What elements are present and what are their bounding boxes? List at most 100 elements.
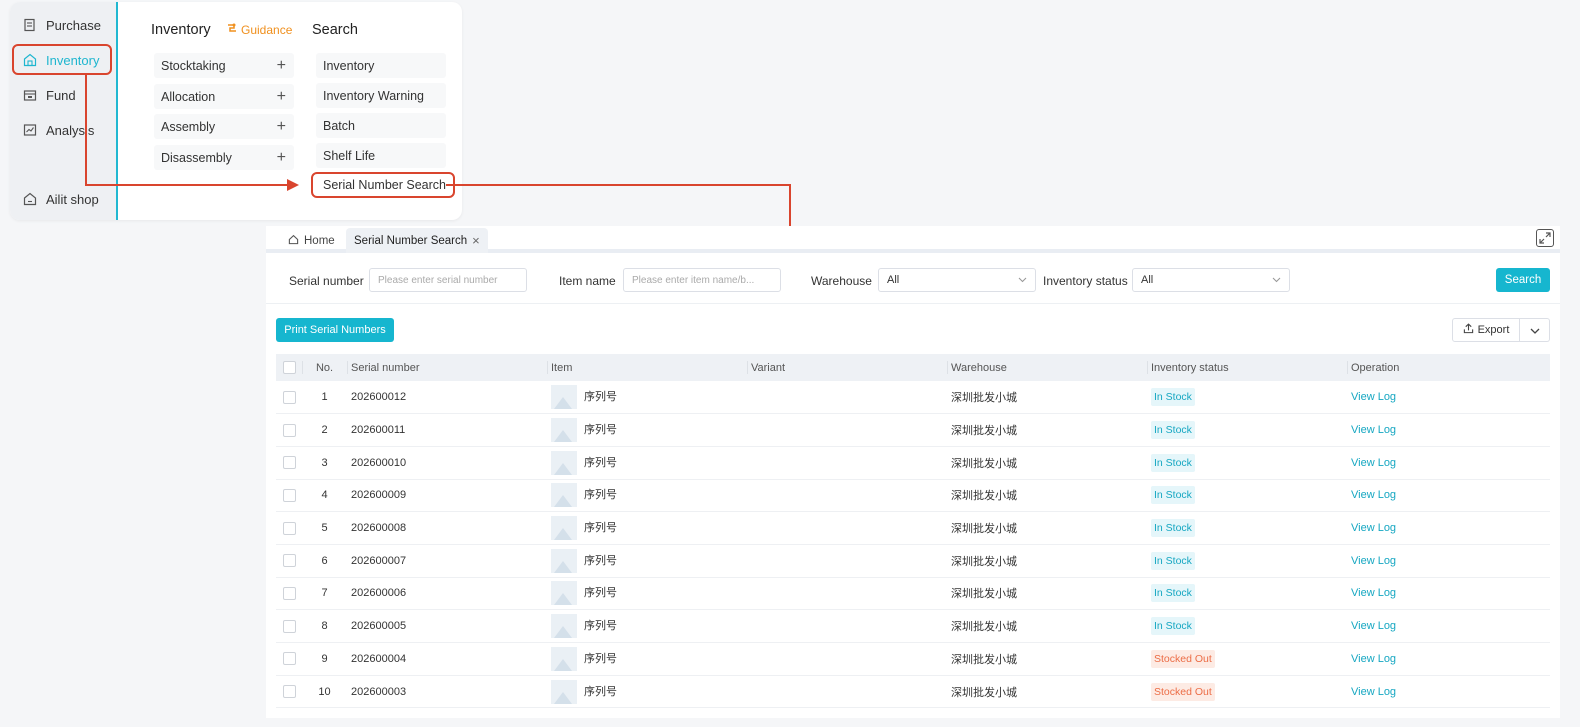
inventory-status-select[interactable]: All (1132, 268, 1290, 292)
item-name-label: Item name (559, 274, 616, 288)
chevron-down-icon (1272, 275, 1281, 286)
print-serial-numbers-button[interactable]: Print Serial Numbers (276, 318, 394, 342)
menu-item-inventory-search[interactable]: Inventory (316, 53, 446, 78)
item-cell: 序列号 (547, 610, 747, 643)
export-button[interactable]: Export (1452, 318, 1520, 342)
item-name-input[interactable]: Please enter item name/b... (623, 268, 781, 292)
view-log-link[interactable]: View Log (1351, 653, 1396, 665)
sidebar-item-purchase[interactable]: Purchase (18, 12, 112, 38)
item-name: 序列号 (584, 652, 617, 665)
sidebar-item-shop[interactable]: Ailit shop (18, 186, 112, 212)
view-log-link[interactable]: View Log (1351, 522, 1396, 534)
shop-icon (22, 191, 38, 207)
warehouse-cell: 深圳批发小城 (951, 392, 1017, 405)
fullscreen-icon[interactable] (1536, 229, 1554, 247)
tab-home[interactable]: Home (280, 228, 343, 253)
row-checkbox[interactable] (283, 488, 296, 502)
status-badge: In Stock (1151, 519, 1195, 538)
status-badge: Stocked Out (1151, 682, 1215, 701)
image-placeholder-icon (551, 679, 577, 704)
view-log-link[interactable]: View Log (1351, 457, 1396, 469)
table-row: 8 202600005 序列号 深圳批发小城 In Stock View Log (276, 610, 1550, 643)
row-checkbox[interactable] (283, 456, 296, 470)
warehouse-cell: 深圳批发小城 (951, 686, 1017, 699)
plus-icon[interactable]: + (277, 118, 286, 135)
arrow-head-icon (287, 179, 299, 191)
inventory-highlight-box (12, 44, 112, 75)
plus-icon[interactable]: + (277, 149, 286, 166)
row-checkbox[interactable] (283, 554, 296, 568)
guidance-label: Guidance (241, 22, 293, 37)
view-log-link[interactable]: View Log (1351, 620, 1396, 632)
image-placeholder-icon (551, 516, 577, 541)
operation-cell: View Log (1347, 610, 1550, 643)
image-placeholder-icon (551, 614, 577, 639)
sidebar-item-analysis[interactable]: Analysis (18, 117, 112, 143)
view-log-link[interactable]: View Log (1351, 587, 1396, 599)
item-cell: 序列号 (547, 381, 747, 414)
row-checkbox[interactable] (283, 652, 296, 666)
row-checkbox[interactable] (283, 423, 296, 437)
select-all-checkbox[interactable] (283, 361, 296, 374)
row-number: 3 (321, 456, 328, 469)
item-name: 序列号 (584, 391, 617, 403)
item-cell: 序列号 (547, 675, 747, 708)
item-name: 序列号 (584, 423, 617, 436)
item-cell: 序列号 (547, 512, 747, 545)
menu-item-inventory-warning[interactable]: Inventory Warning (316, 83, 446, 108)
chevron-down-icon (1018, 275, 1027, 286)
tab-serial-number-search[interactable]: Serial Number Search × (346, 228, 488, 253)
image-placeholder-icon (551, 483, 577, 508)
menu-item-disassembly[interactable]: Disassembly + (154, 145, 294, 170)
item-cell: 序列号 (547, 414, 747, 447)
row-checkbox[interactable] (283, 521, 296, 535)
export-label: Export (1477, 324, 1510, 336)
warehouse-select-value: All (887, 274, 900, 286)
row-checkbox[interactable] (283, 390, 296, 404)
view-log-link[interactable]: View Log (1351, 489, 1396, 501)
view-log-link[interactable]: View Log (1351, 391, 1396, 403)
menu-item-label: Stocktaking (161, 58, 226, 73)
inventory-menu-title: Inventory (151, 22, 211, 38)
menu-item-shelf-life[interactable]: Shelf Life (316, 143, 446, 168)
sidebar-item-fund[interactable]: Fund (18, 82, 112, 108)
row-checkbox[interactable] (283, 619, 296, 633)
operation-cell: View Log (1347, 414, 1550, 447)
serial-number-cell: 202600010 (351, 456, 407, 469)
item-name: 序列号 (584, 685, 617, 698)
table-row: 9 202600004 序列号 深圳批发小城 Stocked Out View Log (276, 643, 1550, 676)
table-row: 2 202600011 序列号 深圳批发小城 In Stock View Log (276, 414, 1550, 447)
serial-number-input[interactable]: Please enter serial number (369, 268, 527, 292)
status-badge: In Stock (1151, 421, 1195, 440)
status-badge: In Stock (1151, 617, 1195, 636)
row-checkbox[interactable] (283, 586, 296, 600)
export-button-group: Export (1452, 318, 1550, 342)
view-log-link[interactable]: View Log (1351, 555, 1396, 567)
sidebar-item-label: Purchase (46, 17, 101, 33)
warehouse-select[interactable]: All (878, 268, 1036, 292)
plus-icon[interactable]: + (277, 88, 286, 105)
menu-item-batch[interactable]: Batch (316, 113, 446, 138)
variant-cell (747, 577, 947, 610)
receipt-icon (22, 17, 38, 33)
plus-icon[interactable]: + (277, 57, 286, 74)
home-icon (288, 234, 299, 248)
export-dropdown-button[interactable] (1520, 318, 1550, 342)
guidance-link[interactable]: Guidance (226, 22, 292, 37)
item-cell: 序列号 (547, 446, 747, 479)
menu-item-allocation[interactable]: Allocation + (154, 84, 294, 109)
row-number: 1 (321, 391, 328, 404)
view-log-link[interactable]: View Log (1351, 686, 1396, 698)
row-checkbox[interactable] (283, 685, 296, 699)
warehouse-cell: 深圳批发小城 (951, 621, 1017, 634)
variant-cell (747, 643, 947, 676)
item-cell: 序列号 (547, 577, 747, 610)
operation-cell: View Log (1347, 512, 1550, 545)
view-log-link[interactable]: View Log (1351, 424, 1396, 436)
menu-item-serial-number-search[interactable]: Serial Number Search (311, 172, 455, 198)
menu-item-assembly[interactable]: Assembly + (154, 114, 294, 139)
search-button[interactable]: Search (1496, 268, 1550, 292)
menu-item-stocktaking[interactable]: Stocktaking + (154, 53, 294, 78)
close-icon[interactable]: × (472, 233, 480, 248)
menu-item-label: Disassembly (161, 150, 232, 165)
